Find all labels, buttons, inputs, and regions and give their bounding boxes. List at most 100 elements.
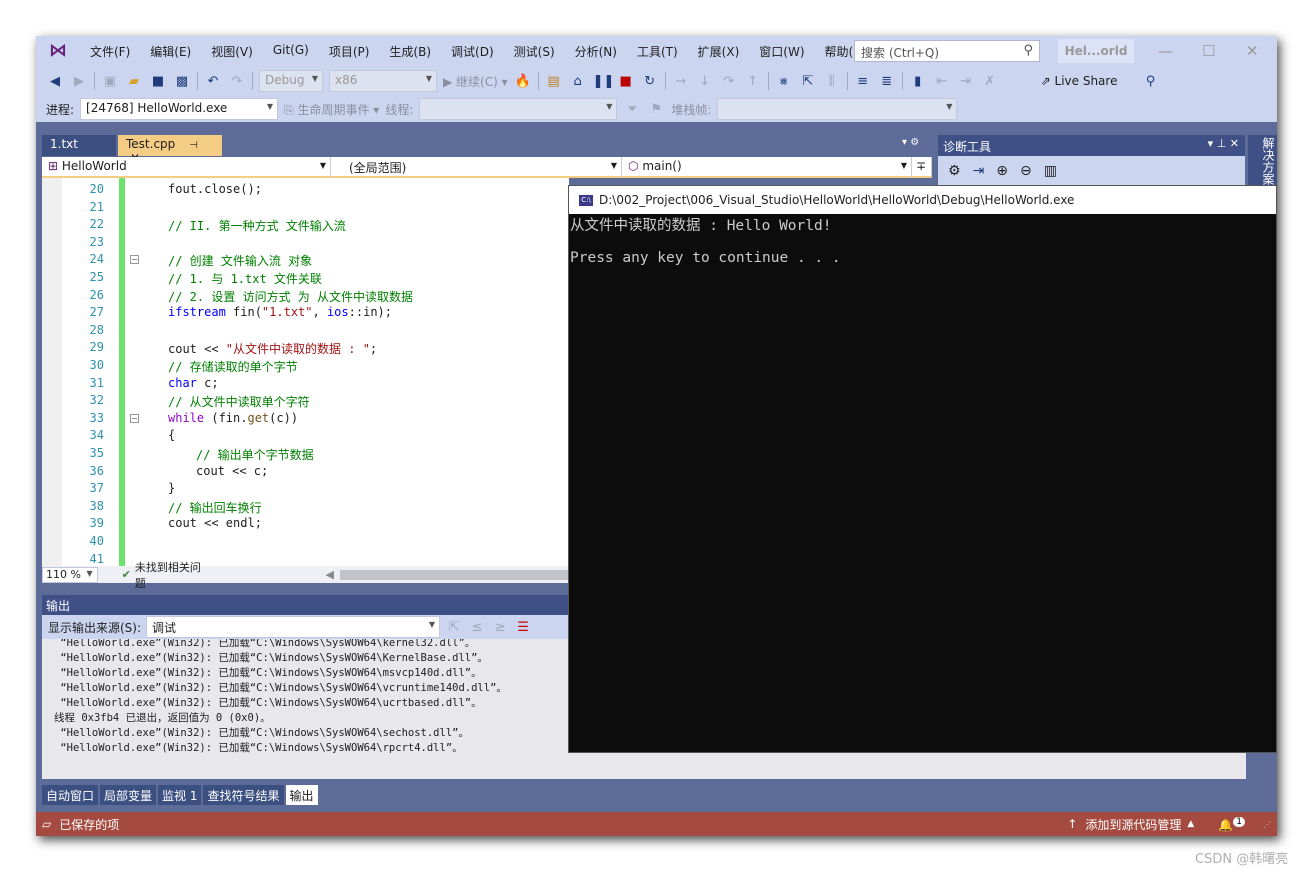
menu-item[interactable]: 调试(D): [441, 43, 504, 60]
configuration-select[interactable]: Debug ▼: [259, 70, 323, 92]
code-line: }: [168, 481, 175, 495]
notification-count: 1: [1233, 816, 1245, 827]
next-message-icon[interactable]: ≥: [491, 620, 509, 635]
next-bookmark-icon[interactable]: ⇥: [957, 74, 975, 89]
member-select[interactable]: ⬡ main() ▼: [622, 157, 912, 178]
bookmark-icon[interactable]: ▮: [909, 74, 927, 89]
stack-frame-label: 堆栈帧:: [671, 102, 712, 117]
project-select[interactable]: ⊞ HelloWorld ▼: [42, 157, 331, 178]
open-folder-icon[interactable]: ▰: [125, 74, 143, 89]
cursor-icon[interactable]: ⇱: [799, 74, 817, 89]
bottom-tab[interactable]: 监视 1: [158, 785, 202, 805]
step-over-icon[interactable]: ↷: [720, 74, 738, 89]
process-select[interactable]: [24768] HelloWorld.exe ▼: [80, 98, 279, 120]
bottom-tab[interactable]: 自动窗口: [42, 785, 99, 805]
zoom-in-icon[interactable]: ⊕: [996, 163, 1008, 179]
bottom-tab[interactable]: 局部变量: [100, 785, 157, 805]
hot-reload-icon[interactable]: 🔥: [514, 74, 532, 89]
maximize-button[interactable]: ☐: [1202, 42, 1215, 60]
menu-item[interactable]: 测试(S): [504, 43, 565, 60]
line-number: 40: [89, 534, 104, 548]
menu-item[interactable]: 扩展(X): [688, 43, 750, 60]
close-window-button[interactable]: ✕: [1246, 42, 1259, 60]
lifecycle-label: 生命周期事件: [297, 102, 370, 117]
stop-icon[interactable]: ■: [617, 74, 635, 89]
stack-frame-select[interactable]: ▼: [717, 98, 958, 120]
chart-icon[interactable]: ▥: [1044, 163, 1057, 179]
export-icon[interactable]: ⇥: [973, 163, 985, 179]
column-icon[interactable]: ⫼: [823, 74, 841, 89]
collapse-icon[interactable]: −: [130, 413, 139, 423]
clear-bookmarks-icon[interactable]: ✗: [981, 74, 999, 89]
restart-icon[interactable]: ↻: [641, 74, 659, 89]
console-window[interactable]: C:\ D:\002_Project\006_Visual_Studio\Hel…: [568, 185, 1277, 753]
continue-button[interactable]: ▶ 继续(C) ▾: [443, 73, 508, 90]
tab-dropdown-icon[interactable]: ▾ ⚙: [902, 137, 919, 148]
zoom-out-icon[interactable]: ⊖: [1020, 163, 1032, 179]
pause-icon[interactable]: ❚❚: [593, 74, 615, 89]
comment-icon[interactable]: ≡: [854, 74, 872, 89]
horizontal-scrollbar[interactable]: [339, 569, 569, 580]
step-out-icon[interactable]: ↑: [744, 74, 762, 89]
step-into-icon[interactable]: ↓: [696, 74, 714, 89]
lifecycle-events-button[interactable]: ⎘ 生命周期事件 ▾: [284, 101, 379, 118]
new-item-icon[interactable]: ▣: [101, 74, 119, 89]
undo-icon[interactable]: ↶: [204, 74, 222, 89]
menu-item[interactable]: Git(G): [263, 43, 319, 60]
add-to-source-control-button[interactable]: 添加到源代码管理: [1085, 816, 1181, 833]
menu-item[interactable]: 项目(P): [319, 43, 380, 60]
bottom-tab[interactable]: 查找符号结果: [203, 785, 284, 805]
platform-select[interactable]: x86 ▼: [329, 70, 437, 92]
upload-arrow-icon: ↑: [1067, 817, 1078, 831]
filter-icon[interactable]: ⏷: [623, 102, 641, 117]
diagnostic-tools-header: 诊断工具 ▾ ⊥ ✕: [938, 135, 1245, 156]
menu-item[interactable]: 工具(T): [627, 43, 688, 60]
caret-up-icon: ▲: [1187, 819, 1195, 829]
minimize-button[interactable]: —: [1158, 42, 1173, 60]
zoom-select[interactable]: 110 % ▼: [42, 566, 98, 583]
resize-grip-icon[interactable]: ⋰: [1263, 820, 1271, 829]
prev-bookmark-icon[interactable]: ⇤: [933, 74, 951, 89]
back-icon[interactable]: ◀: [46, 74, 64, 89]
pin-icon[interactable]: ⊣: [189, 140, 198, 151]
notifications-bell-icon[interactable]: 🔔 1: [1218, 816, 1245, 832]
code-line: fout.close();: [168, 182, 262, 196]
search-input[interactable]: 搜索 (Ctrl+Q) ⚲: [854, 40, 1040, 62]
feedback-icon[interactable]: ⚲: [1141, 74, 1159, 89]
scroll-left-icon[interactable]: ◀: [325, 568, 333, 581]
show-next-statement-icon[interactable]: →: [672, 74, 690, 89]
save-icon[interactable]: ■: [149, 74, 167, 89]
tab-test-cpp[interactable]: Test.cpp ⊣ ✕: [118, 135, 222, 165]
find-in-files-icon[interactable]: ▤: [545, 74, 563, 89]
save-all-icon[interactable]: ▩: [173, 74, 191, 89]
menu-item[interactable]: 编辑(E): [140, 43, 201, 60]
clear-all-icon[interactable]: ☰: [514, 620, 532, 635]
prev-message-icon[interactable]: ≤: [468, 620, 486, 635]
live-share-button[interactable]: ⇗ Live Share: [1041, 74, 1118, 88]
line-number: 29: [89, 340, 104, 355]
panel-controls-icon[interactable]: ▾ ⊥ ✕: [1208, 137, 1239, 150]
uncomment-icon[interactable]: ≣: [878, 74, 896, 89]
goto-code-icon[interactable]: ⇱: [445, 620, 463, 635]
scope-select[interactable]: (全局范围) ▼: [331, 157, 622, 178]
tab-1-txt[interactable]: 1.txt: [42, 135, 116, 156]
code-editor[interactable]: 20 fout.close(); 21 22 // II. 第一种方式 文件输入流 23 2…: [42, 178, 569, 566]
menu-item[interactable]: 分析(N): [565, 43, 627, 60]
split-button[interactable]: ∓: [912, 157, 932, 178]
configuration-value: Debug: [265, 73, 305, 87]
output-source-select[interactable]: 调试 ▼: [146, 616, 441, 638]
breakpoints-icon[interactable]: ⨳: [775, 74, 793, 89]
forward-icon[interactable]: ▶: [70, 74, 88, 89]
redo-icon[interactable]: ↷: [228, 74, 246, 89]
menu-item[interactable]: 生成(B): [379, 43, 441, 60]
bottom-tab[interactable]: 输出: [285, 785, 318, 805]
menu-item[interactable]: 视图(V): [201, 43, 263, 60]
thread-select[interactable]: ▼: [419, 98, 618, 120]
menu-item[interactable]: 文件(F): [80, 43, 140, 60]
settings-gear-icon[interactable]: ⚙: [948, 163, 961, 179]
menu-item[interactable]: 窗口(W): [749, 43, 814, 60]
flag-icon[interactable]: ⚑: [647, 102, 665, 117]
collapse-icon[interactable]: −: [130, 255, 139, 265]
issues-status[interactable]: 未找到相关问题: [135, 559, 206, 591]
home-icon[interactable]: ⌂: [569, 74, 587, 89]
